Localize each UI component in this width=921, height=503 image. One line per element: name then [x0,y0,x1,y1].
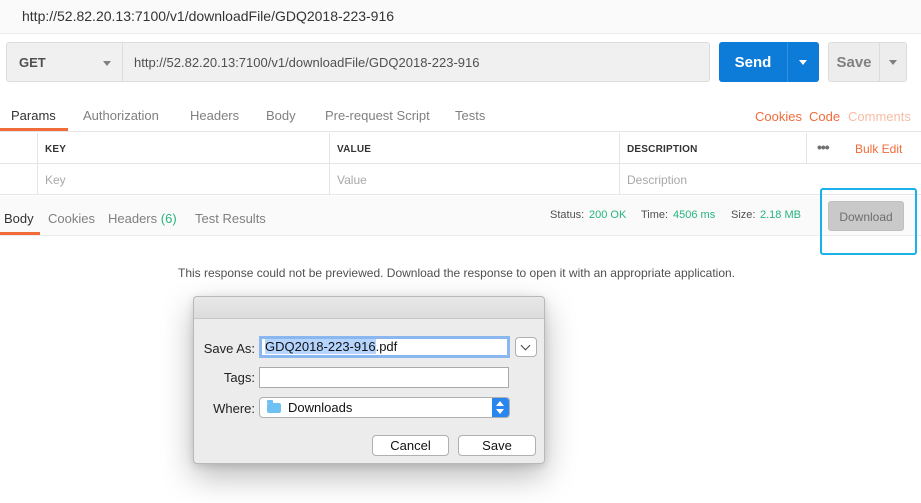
response-tab-headers[interactable]: Headers (6) [108,211,177,226]
tab-pre-request-script[interactable]: Pre-request Script [325,108,430,123]
active-tab-indicator [0,128,68,131]
save-options-chevron-icon[interactable] [889,60,897,65]
save-dialog: Save As: GDQ2018-223-916.pdf Tags: Where… [193,296,545,464]
tab-headers[interactable]: Headers [190,108,239,123]
response-tab-body[interactable]: Body [4,211,34,226]
method-select[interactable]: GET [6,42,123,82]
save-divider [879,43,880,81]
url-input[interactable] [123,42,710,82]
cookies-link[interactable]: Cookies [755,109,802,124]
window-title: http://52.82.20.13:7100/v1/downloadFile/… [22,8,395,24]
send-divider [787,42,788,82]
response-tab-cookies[interactable]: Cookies [48,211,95,226]
tab-params[interactable]: Params [11,108,56,123]
status-label: Status: [550,209,585,221]
save-request-button[interactable]: Save [828,42,907,82]
expand-dialog-button[interactable] [515,337,537,357]
value-input[interactable] [330,164,619,195]
window-title-bar: http://52.82.20.13:7100/v1/downloadFile/… [0,0,921,34]
popup-stepper-icon [492,398,509,417]
response-bar: Body Cookies Headers (6) Test Results St… [0,196,921,236]
size-value: 2.18 MB [760,209,801,221]
send-button[interactable]: Send [719,42,819,82]
folder-icon [267,400,281,413]
save-button[interactable]: Save [458,435,536,456]
tab-body[interactable]: Body [266,108,296,123]
key-header: KEY [37,133,329,163]
time-value: 4506 ms [673,209,716,221]
send-label: Send [734,54,772,71]
params-input-row [0,164,921,195]
table-actions: ••• Bulk Edit [806,133,921,163]
description-cell [619,164,806,195]
code-link[interactable]: Code [809,109,840,124]
save-request-label: Save [836,54,872,71]
preview-unavailable-message: This response could not be previewed. Do… [178,266,736,280]
where-value: Downloads [288,400,353,415]
value-header-label: VALUE [337,144,372,155]
description-input[interactable] [620,164,806,195]
download-label: Download [839,210,893,224]
send-options-chevron-icon[interactable] [799,60,807,65]
tags-label: Tags: [223,370,255,385]
params-table: KEY VALUE DESCRIPTION ••• Bulk Edit [0,133,921,195]
method-label: GET [19,55,46,70]
headers-count-badge: (6) [160,211,177,226]
tab-authorization[interactable]: Authorization [83,108,159,123]
key-input[interactable] [38,164,329,195]
status-value: 200 OK [589,209,627,221]
response-tab-headers-label: Headers [108,211,158,226]
chevron-down-icon [103,61,111,66]
value-cell [329,164,619,195]
filename-selection: GDQ2018-223-916 [265,339,376,354]
where-popup[interactable]: Downloads [259,397,510,418]
value-header: VALUE [329,133,619,163]
stepper-up-icon [496,401,504,406]
size-label: Size: [731,209,756,221]
tags-input[interactable] [259,367,509,388]
tab-tests[interactable]: Tests [455,108,485,123]
dialog-title-bar [194,297,544,319]
bulk-edit-link[interactable]: Bulk Edit [855,142,902,156]
cancel-button[interactable]: Cancel [372,435,449,456]
time-label: Time: [641,209,669,221]
comments-link[interactable]: Comments [848,109,911,124]
download-button[interactable]: Download [828,201,904,231]
filename-extension: .pdf [375,339,398,354]
key-header-label: KEY [45,144,67,155]
params-header-row: KEY VALUE DESCRIPTION ••• Bulk Edit [0,133,921,164]
where-label: Where: [213,401,255,416]
response-active-indicator [0,232,40,235]
response-tab-test-results[interactable]: Test Results [195,211,266,226]
request-tabs: Params Authorization Headers Body Pre-re… [0,96,921,132]
key-cell [37,164,329,195]
description-header: DESCRIPTION [619,133,806,163]
more-options-icon[interactable]: ••• [817,139,830,155]
save-as-label: Save As: [203,341,255,356]
chevron-down-icon [520,340,531,351]
filename-input[interactable]: GDQ2018-223-916.pdf [259,336,510,358]
description-header-label: DESCRIPTION [627,144,698,155]
stepper-down-icon [496,409,504,414]
